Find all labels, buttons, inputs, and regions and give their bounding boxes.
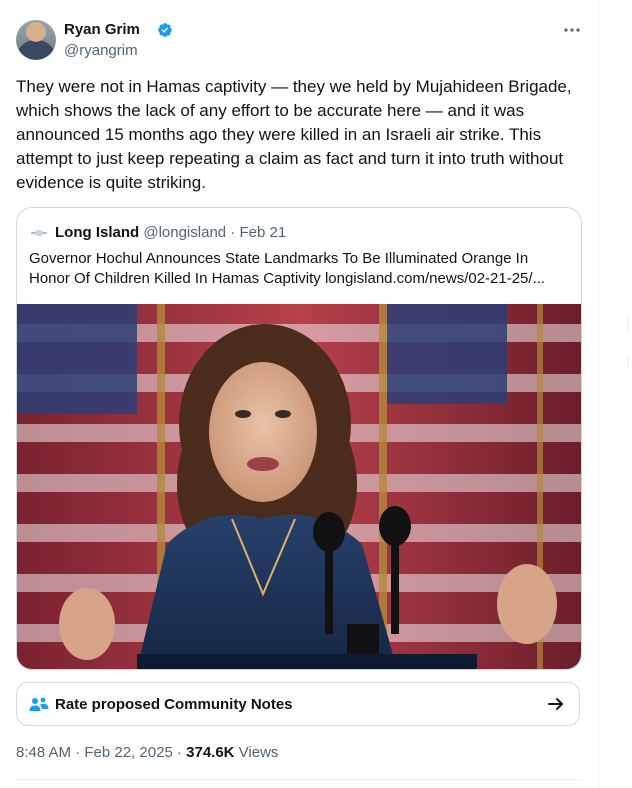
tweet-time[interactable]: 8:48 AM xyxy=(16,744,71,761)
community-notes-button[interactable]: Rate proposed Community Notes xyxy=(16,682,580,726)
author-name[interactable]: Ryan Grim xyxy=(64,21,140,38)
podium-speaker-photo xyxy=(17,304,581,669)
quoted-tweet-photo[interactable] xyxy=(17,304,581,669)
rail-edge-mark xyxy=(627,355,629,367)
quoted-author-avatar[interactable] xyxy=(29,223,49,243)
right-column-divider xyxy=(598,0,599,788)
tweet-text: They were not in Hamas captivity — they … xyxy=(16,77,572,192)
people-icon xyxy=(29,697,49,711)
author-avatar[interactable] xyxy=(16,20,56,60)
arrow-right-icon xyxy=(548,698,563,710)
quoted-separator: · xyxy=(226,223,240,241)
quoted-tweet-text: Governor Hochul Announces State Landmark… xyxy=(29,250,546,287)
meta-separator: · xyxy=(172,744,187,761)
quoted-date[interactable]: Feb 21 xyxy=(239,224,286,241)
quoted-tweet-card[interactable]: Long Island @longisland · Feb 21 Governo… xyxy=(16,207,582,670)
tweet-header: Ryan Grim @ryangrim xyxy=(16,18,582,62)
quoted-author-handle[interactable]: @longisland xyxy=(143,224,226,241)
more-options-icon[interactable] xyxy=(562,22,582,38)
quoted-author-name[interactable]: Long Island xyxy=(55,224,139,241)
author-handle[interactable]: @ryangrim xyxy=(64,42,138,59)
rail-edge-mark xyxy=(627,318,629,330)
tweet-meta: 8:48 AM · Feb 22, 2025 · 374.6K Views xyxy=(16,744,278,761)
views-label: Views xyxy=(234,744,279,761)
meta-separator: · xyxy=(71,744,85,761)
tweet-date[interactable]: Feb 22, 2025 xyxy=(84,744,172,761)
community-notes-label: Rate proposed Community Notes xyxy=(55,696,293,713)
views-count[interactable]: 374.6K xyxy=(186,744,234,761)
verified-badge-icon xyxy=(158,23,172,37)
quoted-tweet-header: Long Island @longisland · Feb 21 xyxy=(29,223,286,241)
divider xyxy=(16,779,582,780)
